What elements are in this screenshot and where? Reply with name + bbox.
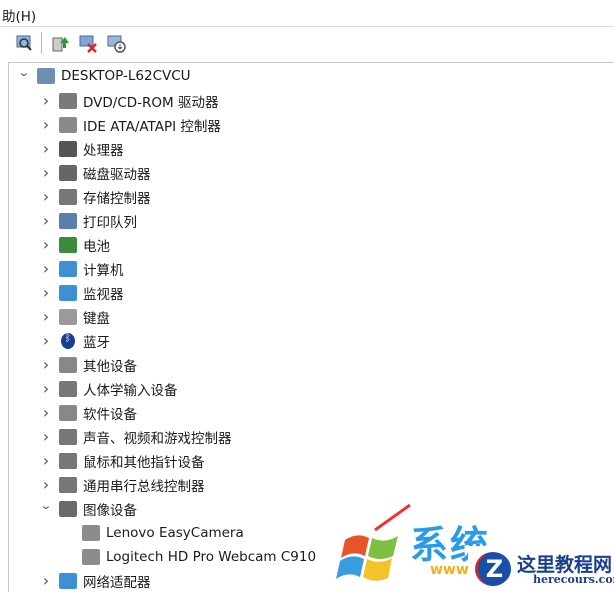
- bluetooth-icon: ᛒ: [61, 333, 75, 349]
- device-label: 蓝牙: [83, 335, 110, 351]
- monitor-icon: [59, 285, 77, 301]
- device-label: 人体学输入设备: [83, 383, 178, 399]
- device-item[interactable]: Logitech HD Pro Webcam C910: [76, 545, 316, 569]
- uninstall-device-icon[interactable]: [78, 33, 98, 53]
- device-label: DESKTOP-L62CVCU: [61, 68, 191, 84]
- menu-bar: 助(H): [0, 0, 614, 27]
- toolbar-separator: [41, 32, 42, 54]
- watermark-logo: 系统 www Z 这里教程网 herecours.com: [335, 500, 614, 586]
- sound-icon: [59, 429, 77, 445]
- tree-item[interactable]: ⌄ 图像设备: [39, 497, 137, 521]
- mouse-icon: [59, 453, 77, 469]
- tree-item[interactable]: › 人体学输入设备: [39, 377, 178, 401]
- device-label: 软件设备: [83, 407, 137, 423]
- chevron-right-icon[interactable]: ›: [39, 429, 53, 445]
- chevron-right-icon[interactable]: ›: [39, 189, 53, 205]
- scan-hardware-icon[interactable]: [14, 33, 34, 53]
- toolbar: [0, 28, 614, 58]
- computer-icon: [59, 261, 77, 277]
- tree-item[interactable]: › 网络适配器: [39, 569, 151, 592]
- chevron-right-icon[interactable]: ›: [39, 117, 53, 133]
- printer-icon: [59, 213, 77, 229]
- device-label: IDE ATA/ATAPI 控制器: [83, 119, 221, 135]
- tree-item[interactable]: › 键盘: [39, 305, 110, 329]
- network-icon: [59, 573, 77, 589]
- computer-icon: [37, 68, 55, 84]
- chevron-right-icon[interactable]: ›: [39, 285, 53, 301]
- tree-item[interactable]: › 通用串行总线控制器: [39, 473, 205, 497]
- keyboard-icon: [59, 309, 77, 325]
- chevron-right-icon[interactable]: ›: [39, 333, 53, 349]
- chevron-right-icon[interactable]: ›: [39, 93, 53, 109]
- other-devices-icon: [59, 357, 77, 373]
- device-label: 打印队列: [83, 215, 137, 231]
- device-label: 存储控制器: [83, 191, 151, 207]
- chevron-right-icon[interactable]: ›: [39, 405, 53, 421]
- chevron-right-icon[interactable]: ›: [39, 357, 53, 373]
- device-label: Lenovo EasyCamera: [106, 525, 244, 541]
- update-driver-icon[interactable]: [50, 33, 70, 53]
- disable-device-icon[interactable]: [106, 33, 126, 53]
- device-item[interactable]: Lenovo EasyCamera: [76, 521, 244, 545]
- tree-item[interactable]: › 其他设备: [39, 353, 137, 377]
- battery-icon: [59, 237, 77, 253]
- chevron-right-icon[interactable]: ›: [39, 237, 53, 253]
- hid-icon: [59, 381, 77, 397]
- tree-item[interactable]: › 打印队列: [39, 209, 137, 233]
- device-label: 网络适配器: [83, 575, 151, 591]
- device-label: 电池: [83, 239, 110, 255]
- chevron-right-icon[interactable]: ›: [39, 261, 53, 277]
- webcam-icon: [82, 525, 100, 541]
- chevron-right-icon[interactable]: ›: [39, 141, 53, 157]
- device-label: Logitech HD Pro Webcam C910: [106, 549, 317, 565]
- device-label: 通用串行总线控制器: [83, 479, 205, 495]
- tree-item[interactable]: › 计算机: [39, 257, 124, 281]
- processor-icon: [59, 141, 77, 157]
- menu-help[interactable]: 助(H): [2, 5, 36, 25]
- webcam-icon: [82, 549, 100, 565]
- device-label: 磁盘驱动器: [83, 167, 151, 183]
- watermark-url: herecours.com: [533, 573, 614, 586]
- tree-item[interactable]: › 磁盘驱动器: [39, 161, 151, 185]
- software-device-icon: [59, 405, 77, 421]
- device-label: 键盘: [83, 311, 110, 327]
- device-label: 计算机: [83, 263, 124, 279]
- device-label: 鼠标和其他指针设备: [83, 455, 205, 471]
- tree-item[interactable]: › 软件设备: [39, 401, 137, 425]
- ide-controller-icon: [59, 117, 77, 133]
- chevron-right-icon[interactable]: ›: [39, 213, 53, 229]
- chevron-down-icon[interactable]: ⌄: [14, 67, 34, 83]
- device-label: 其他设备: [83, 359, 137, 375]
- watermark-www: www: [430, 562, 469, 578]
- tree-item[interactable]: › 鼠标和其他指针设备: [39, 449, 205, 473]
- tree-item[interactable]: › 处理器: [39, 137, 124, 161]
- storage-controller-icon: [59, 189, 77, 205]
- tree-item[interactable]: › 声音、视频和游戏控制器: [39, 425, 232, 449]
- tree-item[interactable]: › 电池: [39, 233, 110, 257]
- device-label: 处理器: [83, 143, 124, 159]
- z-logo-icon: Z: [475, 552, 511, 586]
- chevron-right-icon[interactable]: ›: [39, 453, 53, 469]
- tree-item[interactable]: › DVD/CD-ROM 驱动器: [39, 89, 219, 113]
- device-label: 监视器: [83, 287, 124, 303]
- disk-drive-icon: [59, 165, 77, 181]
- chevron-right-icon[interactable]: ›: [39, 309, 53, 325]
- tree-item[interactable]: › 存储控制器: [39, 185, 151, 209]
- usb-icon: [59, 477, 77, 493]
- dvd-icon: [59, 93, 77, 109]
- tree-root[interactable]: ⌄ DESKTOP-L62CVCU: [17, 64, 191, 88]
- chevron-down-icon[interactable]: ⌄: [36, 500, 56, 516]
- camera-icon: [59, 501, 77, 517]
- tree-item[interactable]: › IDE ATA/ATAPI 控制器: [39, 113, 221, 137]
- chevron-right-icon[interactable]: ›: [39, 477, 53, 493]
- tree-item[interactable]: › ᛒ 蓝牙: [39, 329, 110, 353]
- tree-item[interactable]: › 监视器: [39, 281, 124, 305]
- chevron-right-icon[interactable]: ›: [39, 381, 53, 397]
- device-label: 图像设备: [83, 503, 137, 519]
- chevron-right-icon[interactable]: ›: [39, 165, 53, 181]
- device-label: 声音、视频和游戏控制器: [83, 431, 232, 447]
- device-label: DVD/CD-ROM 驱动器: [83, 95, 219, 111]
